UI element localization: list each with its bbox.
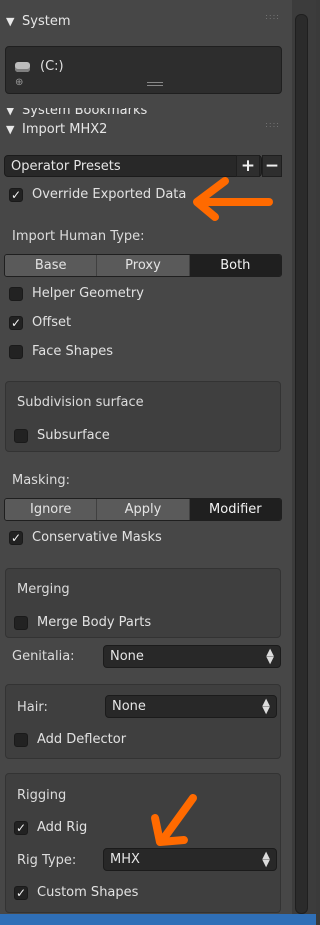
import-panel-header[interactable]: ▼ Import MHX2 :::: xyxy=(6,120,280,138)
masking-ignore[interactable]: Ignore xyxy=(5,499,98,520)
drag-grip-icon[interactable]: :::: xyxy=(265,120,280,129)
window-border-strip xyxy=(0,914,316,925)
collapse-triangle-icon: ▼ xyxy=(6,14,15,28)
merging-subpanel: Merging Merge Body Parts xyxy=(5,568,281,638)
merging-title: Merging xyxy=(17,582,70,597)
rigging-title: Rigging xyxy=(17,788,67,803)
face-shapes-checkbox[interactable]: Face Shapes xyxy=(9,344,113,359)
genitalia-value: None xyxy=(110,649,144,664)
human-type-selector[interactable]: Base Proxy Both xyxy=(4,254,282,277)
hair-label: Hair: xyxy=(17,700,48,715)
subdivision-title: Subdivision surface xyxy=(17,395,144,410)
helper-geometry-label: Helper Geometry xyxy=(32,286,144,301)
drag-grip-icon[interactable]: :::: xyxy=(265,12,280,21)
rig-type-label: Rig Type: xyxy=(17,853,77,868)
checkbox-empty-icon xyxy=(14,615,28,630)
subsurface-checkbox[interactable]: Subsurface xyxy=(14,428,110,443)
conservative-masks-checkbox[interactable]: ✓ Conservative Masks xyxy=(9,530,162,545)
genitalia-select[interactable]: None ▲ ▼ xyxy=(103,645,281,668)
merge-body-parts-checkbox[interactable]: Merge Body Parts xyxy=(14,615,151,630)
updown-arrows-icon: ▲▼ xyxy=(262,849,270,869)
add-rig-label: Add Rig xyxy=(37,820,88,835)
offset-label: Offset xyxy=(32,315,72,330)
checkmark-icon: ✓ xyxy=(14,820,28,835)
offset-checkbox[interactable]: ✓ Offset xyxy=(9,315,71,330)
checkmark-icon: ✓ xyxy=(9,187,23,202)
override-label: Override Exported Data xyxy=(32,187,187,202)
subsurface-label: Subsurface xyxy=(37,428,110,443)
drive-item[interactable]: (C:) xyxy=(15,59,64,74)
system-panel-header[interactable]: ▼ System :::: xyxy=(6,12,280,30)
override-exported-data-checkbox[interactable]: ✓ Override Exported Data xyxy=(9,187,186,202)
hair-value: None xyxy=(112,699,146,714)
subdivision-subpanel: Subdivision surface Subsurface xyxy=(5,381,281,452)
face-shapes-label: Face Shapes xyxy=(32,344,114,359)
operator-presets-label: Operator Presets xyxy=(11,158,121,174)
collapse-triangle-icon: ▼ xyxy=(6,122,15,136)
add-deflector-checkbox[interactable]: Add Deflector xyxy=(14,732,126,747)
updown-arrows-icon: ▲▼ xyxy=(266,646,274,666)
helper-geometry-checkbox[interactable]: Helper Geometry xyxy=(9,286,144,301)
checkbox-empty-icon xyxy=(9,286,23,301)
updown-arrows-icon: ▲▼ xyxy=(262,696,270,716)
scrollbar-thumb[interactable] xyxy=(295,14,308,914)
masking-selector[interactable]: Ignore Apply Modifier xyxy=(4,498,282,521)
masking-label: Masking: xyxy=(12,473,70,488)
checkmark-icon: ✓ xyxy=(14,885,28,900)
checkbox-empty-icon xyxy=(14,732,28,747)
import-title: Import MHX2 xyxy=(22,121,108,137)
drive-label: (C:) xyxy=(40,59,64,74)
bookmarks-panel-header[interactable]: ▼ System Bookmarks xyxy=(0,108,292,117)
annotation-arrow-left-icon xyxy=(193,177,273,221)
checkbox-empty-icon xyxy=(9,344,23,359)
human-type-base[interactable]: Base xyxy=(5,255,98,276)
bookmarks-title: System Bookmarks xyxy=(22,108,148,117)
checkmark-icon: ✓ xyxy=(9,530,23,545)
human-type-proxy[interactable]: Proxy xyxy=(97,255,190,276)
conservative-masks-label: Conservative Masks xyxy=(32,530,162,545)
hair-select[interactable]: None ▲ ▼ xyxy=(105,695,277,718)
add-icon[interactable]: ⊕ xyxy=(15,77,23,88)
disk-icon xyxy=(15,61,30,72)
genitalia-label: Genitalia: xyxy=(12,649,75,664)
masking-apply[interactable]: Apply xyxy=(97,499,190,520)
add-deflector-label: Add Deflector xyxy=(37,732,127,747)
custom-shapes-label: Custom Shapes xyxy=(37,885,139,900)
collapse-triangle-icon: ▼ xyxy=(6,108,15,117)
checkmark-icon: ✓ xyxy=(9,315,23,330)
drive-list[interactable]: (C:) ⊕ xyxy=(5,46,282,94)
resize-handle-icon[interactable] xyxy=(147,82,163,83)
add-rig-checkbox[interactable]: ✓ Add Rig xyxy=(14,820,87,835)
human-type-label: Import Human Type: xyxy=(12,229,145,244)
custom-shapes-checkbox[interactable]: ✓ Custom Shapes xyxy=(14,885,138,900)
annotation-arrow-down-icon xyxy=(151,794,197,846)
rigging-subpanel: Rigging ✓ Add Rig Rig Type: MHX ▲ ▼ ✓ Cus… xyxy=(5,773,281,913)
masking-modifier[interactable]: Modifier xyxy=(189,499,281,520)
system-title: System xyxy=(22,13,71,29)
hair-subpanel: Hair: None ▲ ▼ Add Deflector xyxy=(5,684,281,759)
rig-type-value: MHX xyxy=(110,852,140,867)
checkbox-empty-icon xyxy=(14,428,28,443)
human-type-both[interactable]: Both xyxy=(189,255,281,276)
merge-body-parts-label: Merge Body Parts xyxy=(37,615,152,630)
